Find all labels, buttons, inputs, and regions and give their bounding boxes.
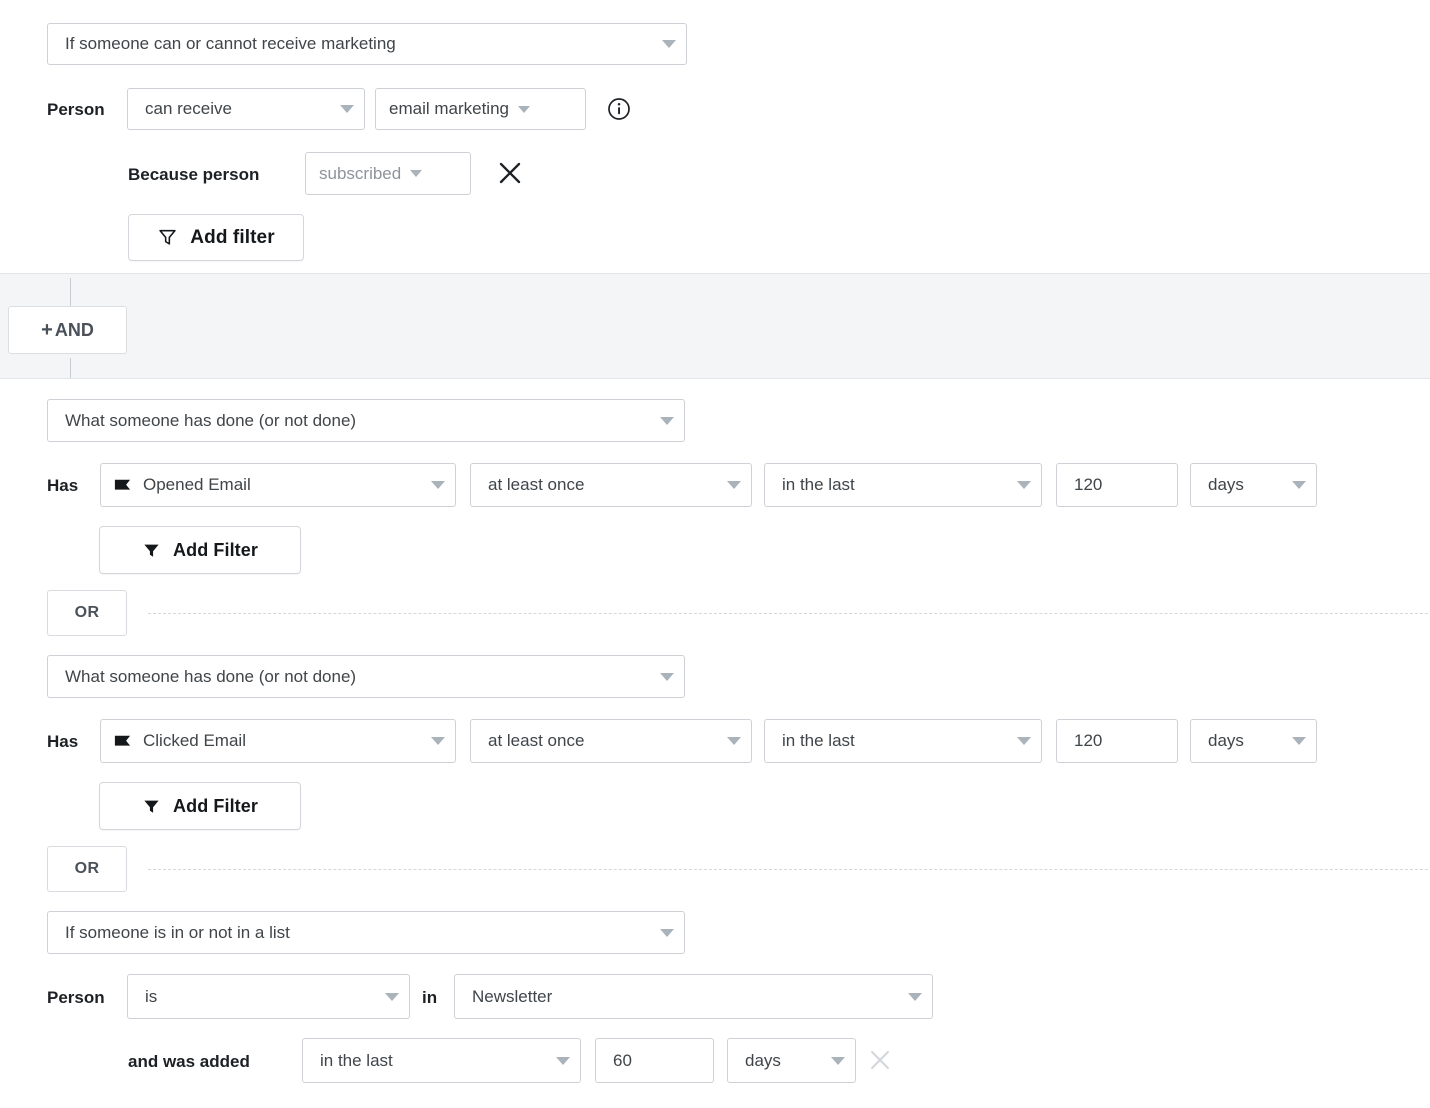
condition-a-amount-input[interactable]: 120 (1056, 463, 1178, 507)
chevron-down-icon (431, 481, 445, 489)
add-and-group-button[interactable]: + AND (8, 306, 127, 354)
filter-solid-icon (142, 797, 161, 816)
because-person-reason-value: subscribed (319, 163, 402, 183)
condition-b-unit-select[interactable]: days (1190, 719, 1317, 763)
condition-a-timeframe-select[interactable]: in the last (764, 463, 1042, 507)
remove-condition-c-icon[interactable] (867, 1047, 895, 1075)
chevron-down-icon (660, 928, 674, 937)
person-receive-operator-select[interactable]: can receive (127, 88, 365, 130)
condition-b-label: Has (47, 732, 79, 751)
condition-a-frequency-select[interactable]: at least once (470, 463, 752, 507)
condition-a-type-select[interactable]: What someone has done (or not done) (47, 399, 685, 442)
connector-line-bottom (70, 358, 71, 380)
condition-c-membership-select[interactable]: is (127, 974, 410, 1019)
condition-c-type-select[interactable]: If someone is in or not in a list (47, 911, 685, 954)
condition-b-add-filter-label: Add Filter (173, 795, 258, 816)
condition-c-added-label: and was added (128, 1052, 250, 1071)
condition-c-timeframe-select[interactable]: in the last (302, 1038, 581, 1083)
chevron-down-icon (662, 40, 676, 48)
condition-b-unit-value: days (1208, 731, 1244, 750)
chevron-down-icon (518, 105, 530, 113)
or-separator-1-label: OR (74, 604, 100, 621)
condition-a-label: Has (47, 476, 79, 495)
condition-b-frequency-select[interactable]: at least once (470, 719, 752, 763)
condition-a-timeframe-value: in the last (782, 475, 855, 494)
condition-b-metric-select[interactable]: Clicked Email (100, 719, 456, 763)
condition-a-frequency-value: at least once (488, 475, 585, 494)
chevron-down-icon (727, 481, 741, 489)
condition-c-unit-value: days (745, 1050, 781, 1070)
marketing-channel-value: email marketing (389, 99, 509, 118)
plus-icon: + (41, 319, 53, 341)
condition-b-amount-input[interactable]: 120 (1056, 719, 1178, 763)
condition-b-amount-value: 120 (1074, 731, 1103, 750)
group-1-row-1-label: Person (47, 100, 105, 119)
condition-a-metric-select[interactable]: Opened Email (100, 463, 456, 507)
condition-c-unit-select[interactable]: days (727, 1038, 856, 1083)
condition-group-2: What someone has done (or not done) Has … (0, 378, 1430, 1108)
chevron-down-icon (385, 992, 399, 1001)
chevron-down-icon (1292, 481, 1306, 489)
chevron-down-icon (1292, 737, 1306, 745)
add-and-group-label: AND (54, 319, 94, 340)
condition-c-in-label: in (422, 988, 438, 1007)
flag-icon (113, 732, 132, 751)
or-separator-2-button[interactable]: OR (47, 846, 127, 892)
marketing-channel-select[interactable]: email marketing (375, 88, 586, 130)
condition-b-frequency-value: at least once (488, 731, 585, 750)
condition-group-1: If someone can or cannot receive marketi… (0, 0, 1430, 274)
chevron-down-icon (410, 170, 423, 177)
condition-a-unit-select[interactable]: days (1190, 463, 1317, 507)
condition-c-list-select[interactable]: Newsletter (454, 974, 933, 1019)
or-separator-1-button[interactable]: OR (47, 590, 127, 636)
segment-builder-canvas: If someone can or cannot receive marketi… (0, 0, 1430, 1108)
condition-a-metric-value: Opened Email (143, 475, 251, 494)
condition-b-type-value: What someone has done (or not done) (65, 666, 357, 686)
condition-a-add-filter-button[interactable]: Add Filter (99, 526, 301, 574)
condition-c-list-value: Newsletter (472, 986, 553, 1006)
condition-a-type-value: What someone has done (or not done) (65, 410, 357, 430)
condition-c-label: Person (47, 988, 105, 1007)
group-1-type-value: If someone can or cannot receive marketi… (65, 34, 396, 53)
person-receive-operator-value: can receive (145, 99, 232, 118)
condition-c-amount-value: 60 (613, 1050, 632, 1070)
condition-a-unit-value: days (1208, 475, 1244, 494)
chevron-down-icon (831, 1056, 845, 1065)
condition-b-add-filter-button[interactable]: Add Filter (99, 782, 301, 830)
group-1-add-filter-label: Add filter (190, 226, 275, 248)
condition-b-timeframe-value: in the last (782, 731, 855, 750)
group-1-add-filter-button[interactable]: Add filter (128, 214, 304, 261)
condition-b-metric-value: Clicked Email (143, 731, 246, 750)
chevron-down-icon (556, 1056, 570, 1065)
condition-c-membership-value: is (145, 986, 158, 1006)
filter-solid-icon (142, 541, 161, 560)
chevron-down-icon (1017, 481, 1031, 489)
chevron-down-icon (727, 737, 741, 745)
condition-c-timeframe-value: in the last (320, 1050, 393, 1070)
condition-a-add-filter-label: Add Filter (173, 539, 258, 560)
condition-c-amount-input[interactable]: 60 (595, 1038, 714, 1083)
or-separator-2-label: OR (74, 860, 100, 877)
group-1-type-select[interactable]: If someone can or cannot receive marketi… (47, 23, 687, 65)
condition-a-amount-value: 120 (1074, 475, 1103, 494)
group-1-row-2-label: Because person (128, 165, 260, 184)
chevron-down-icon (1017, 737, 1031, 745)
filter-outline-icon (157, 227, 178, 248)
info-circle-icon[interactable] (607, 97, 631, 121)
chevron-down-icon (660, 672, 674, 681)
condition-b-type-select[interactable]: What someone has done (or not done) (47, 655, 685, 698)
chevron-down-icon (660, 416, 674, 425)
condition-c-type-value: If someone is in or not in a list (65, 922, 290, 942)
flag-icon (113, 476, 132, 495)
because-person-reason-select[interactable]: subscribed (305, 152, 471, 195)
condition-b-timeframe-select[interactable]: in the last (764, 719, 1042, 763)
chevron-down-icon (340, 105, 354, 113)
or-separator-2-line (148, 869, 1430, 870)
remove-because-person-icon[interactable] (496, 159, 524, 187)
or-separator-1-line (148, 613, 1430, 614)
chevron-down-icon (908, 992, 922, 1001)
chevron-down-icon (431, 737, 445, 745)
